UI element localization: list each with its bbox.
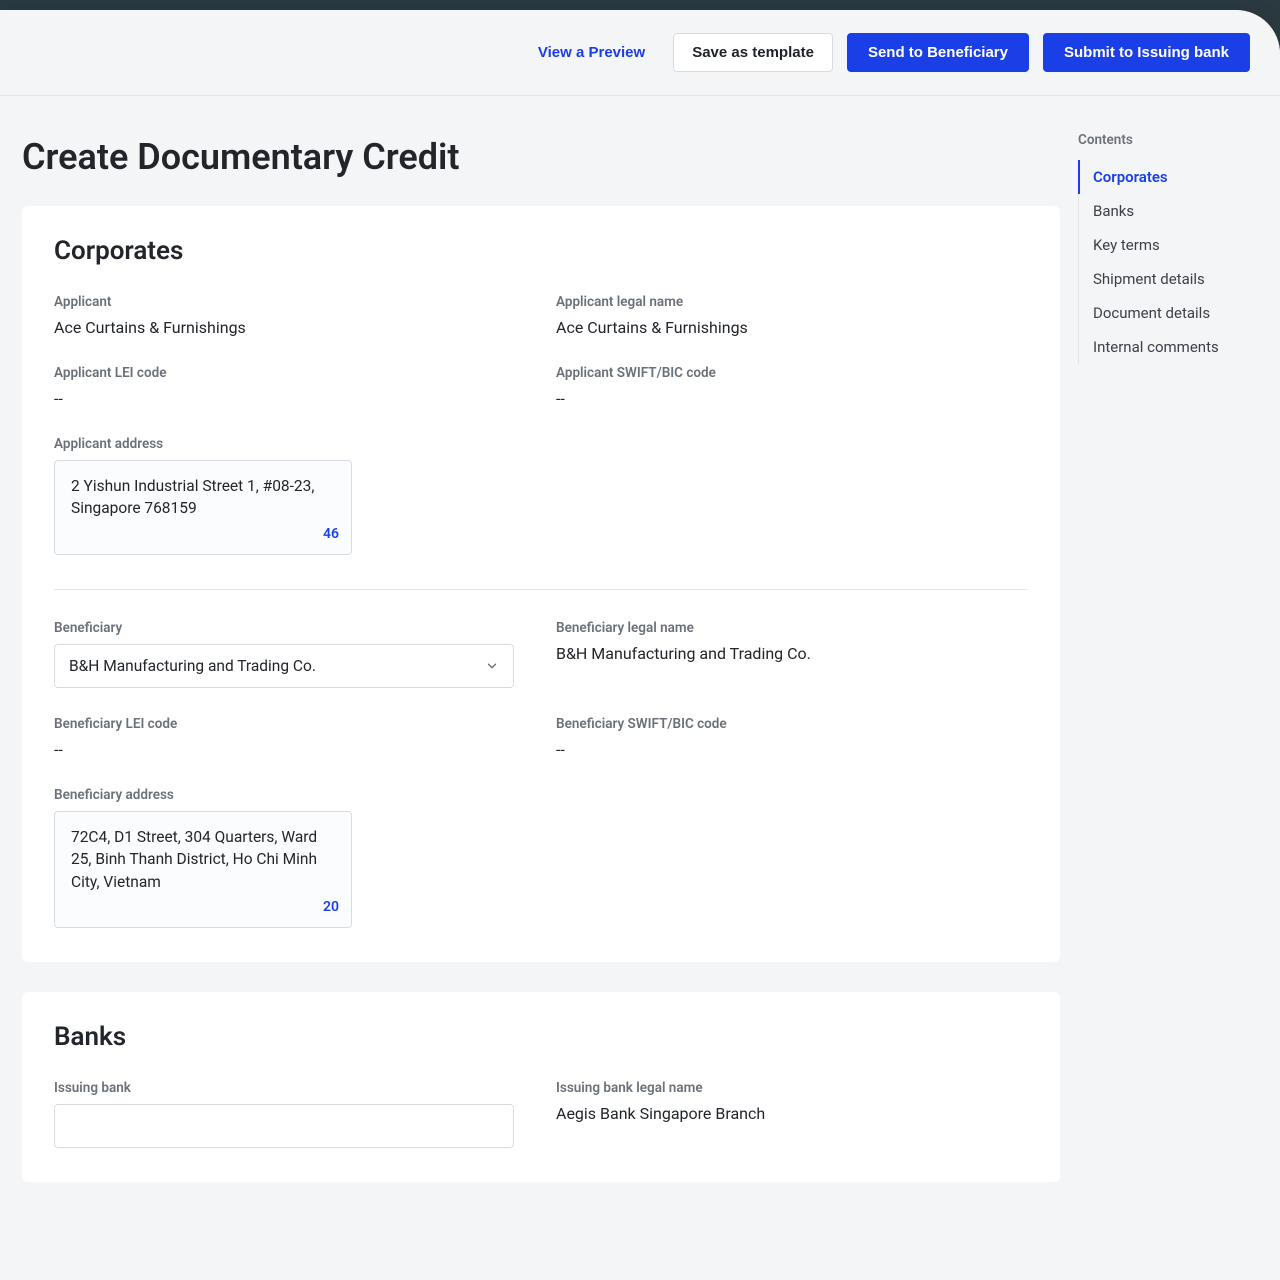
- applicant-address-textarea[interactable]: 2 Yishun Industrial Street 1, #08-23, Si…: [54, 460, 352, 555]
- field-beneficiary-address: Beneficiary address 72C4, D1 Street, 304…: [54, 787, 1028, 928]
- label-applicant-address: Applicant address: [54, 436, 1028, 452]
- field-applicant-address: Applicant address 2 Yishun Industrial St…: [54, 436, 1028, 555]
- field-beneficiary: Beneficiary B&H Manufacturing and Tradin…: [54, 620, 526, 688]
- applicant-address-text: 2 Yishun Industrial Street 1, #08-23, Si…: [71, 477, 314, 517]
- chevron-down-icon: [485, 659, 499, 673]
- beneficiary-select-value: B&H Manufacturing and Trading Co.: [69, 657, 316, 675]
- label-beneficiary-legal-name: Beneficiary legal name: [556, 620, 1028, 636]
- divider: [54, 589, 1028, 590]
- field-applicant-lei: Applicant LEI code --: [54, 365, 526, 408]
- value-beneficiary-lei: --: [54, 740, 526, 759]
- field-applicant: Applicant Ace Curtains & Furnishings: [54, 294, 526, 337]
- contents-list: Corporates Banks Key terms Shipment deta…: [1078, 160, 1250, 364]
- label-beneficiary: Beneficiary: [54, 620, 526, 636]
- label-applicant-legal-name: Applicant legal name: [556, 294, 1028, 310]
- contents-item-key-terms[interactable]: Key terms: [1079, 228, 1250, 262]
- value-beneficiary-legal-name: B&H Manufacturing and Trading Co.: [556, 644, 1028, 663]
- send-to-beneficiary-button[interactable]: Send to Beneficiary: [847, 33, 1029, 72]
- value-issuing-bank-legal-name: Aegis Bank Singapore Branch: [556, 1104, 1028, 1123]
- value-applicant-lei: --: [54, 389, 526, 408]
- value-applicant-swift: --: [556, 389, 1028, 408]
- field-beneficiary-lei: Beneficiary LEI code --: [54, 716, 526, 759]
- section-title-banks: Banks: [54, 1022, 1028, 1052]
- beneficiary-address-text: 72C4, D1 Street, 304 Quarters, Ward 25, …: [71, 828, 317, 891]
- section-title-corporates: Corporates: [54, 236, 1028, 266]
- app-window: View a Preview Save as template Send to …: [0, 10, 1280, 1280]
- view-preview-link[interactable]: View a Preview: [524, 34, 659, 71]
- contents-item-document-details[interactable]: Document details: [1079, 296, 1250, 330]
- field-applicant-legal-name: Applicant legal name Ace Curtains & Furn…: [556, 294, 1028, 337]
- label-beneficiary-swift: Beneficiary SWIFT/BIC code: [556, 716, 1028, 732]
- section-banks: Banks Issuing bank Issuing bank legal na…: [22, 992, 1060, 1182]
- field-issuing-bank-legal-name: Issuing bank legal name Aegis Bank Singa…: [556, 1080, 1028, 1148]
- value-beneficiary-swift: --: [556, 740, 1028, 759]
- submit-to-issuing-bank-button[interactable]: Submit to Issuing bank: [1043, 33, 1250, 72]
- beneficiary-address-textarea[interactable]: 72C4, D1 Street, 304 Quarters, Ward 25, …: [54, 811, 352, 928]
- label-beneficiary-lei: Beneficiary LEI code: [54, 716, 526, 732]
- value-applicant-legal-name: Ace Curtains & Furnishings: [556, 318, 1028, 337]
- issuing-bank-select[interactable]: [54, 1104, 514, 1148]
- field-applicant-swift: Applicant SWIFT/BIC code --: [556, 365, 1028, 408]
- field-beneficiary-swift: Beneficiary SWIFT/BIC code --: [556, 716, 1028, 759]
- contents-heading: Contents: [1078, 132, 1250, 148]
- page-title: Create Documentary Credit: [22, 136, 1060, 178]
- beneficiary-select[interactable]: B&H Manufacturing and Trading Co.: [54, 644, 514, 688]
- applicant-address-count: 46: [323, 524, 339, 544]
- value-applicant: Ace Curtains & Furnishings: [54, 318, 526, 337]
- save-as-template-button[interactable]: Save as template: [673, 33, 833, 72]
- label-beneficiary-address: Beneficiary address: [54, 787, 1028, 803]
- contents-item-internal-comments[interactable]: Internal comments: [1079, 330, 1250, 364]
- field-beneficiary-legal-name: Beneficiary legal name B&H Manufacturing…: [556, 620, 1028, 688]
- contents-item-banks[interactable]: Banks: [1079, 194, 1250, 228]
- contents-item-corporates[interactable]: Corporates: [1078, 160, 1250, 194]
- label-applicant-lei: Applicant LEI code: [54, 365, 526, 381]
- topbar: View a Preview Save as template Send to …: [0, 10, 1280, 96]
- label-applicant-swift: Applicant SWIFT/BIC code: [556, 365, 1028, 381]
- contents-nav: Contents Corporates Banks Key terms Ship…: [1078, 126, 1250, 364]
- label-applicant: Applicant: [54, 294, 526, 310]
- label-issuing-bank-legal-name: Issuing bank legal name: [556, 1080, 1028, 1096]
- contents-item-shipment-details[interactable]: Shipment details: [1079, 262, 1250, 296]
- label-issuing-bank: Issuing bank: [54, 1080, 526, 1096]
- section-corporates: Corporates Applicant Ace Curtains & Furn…: [22, 206, 1060, 962]
- field-issuing-bank: Issuing bank: [54, 1080, 526, 1148]
- beneficiary-address-count: 20: [323, 897, 339, 917]
